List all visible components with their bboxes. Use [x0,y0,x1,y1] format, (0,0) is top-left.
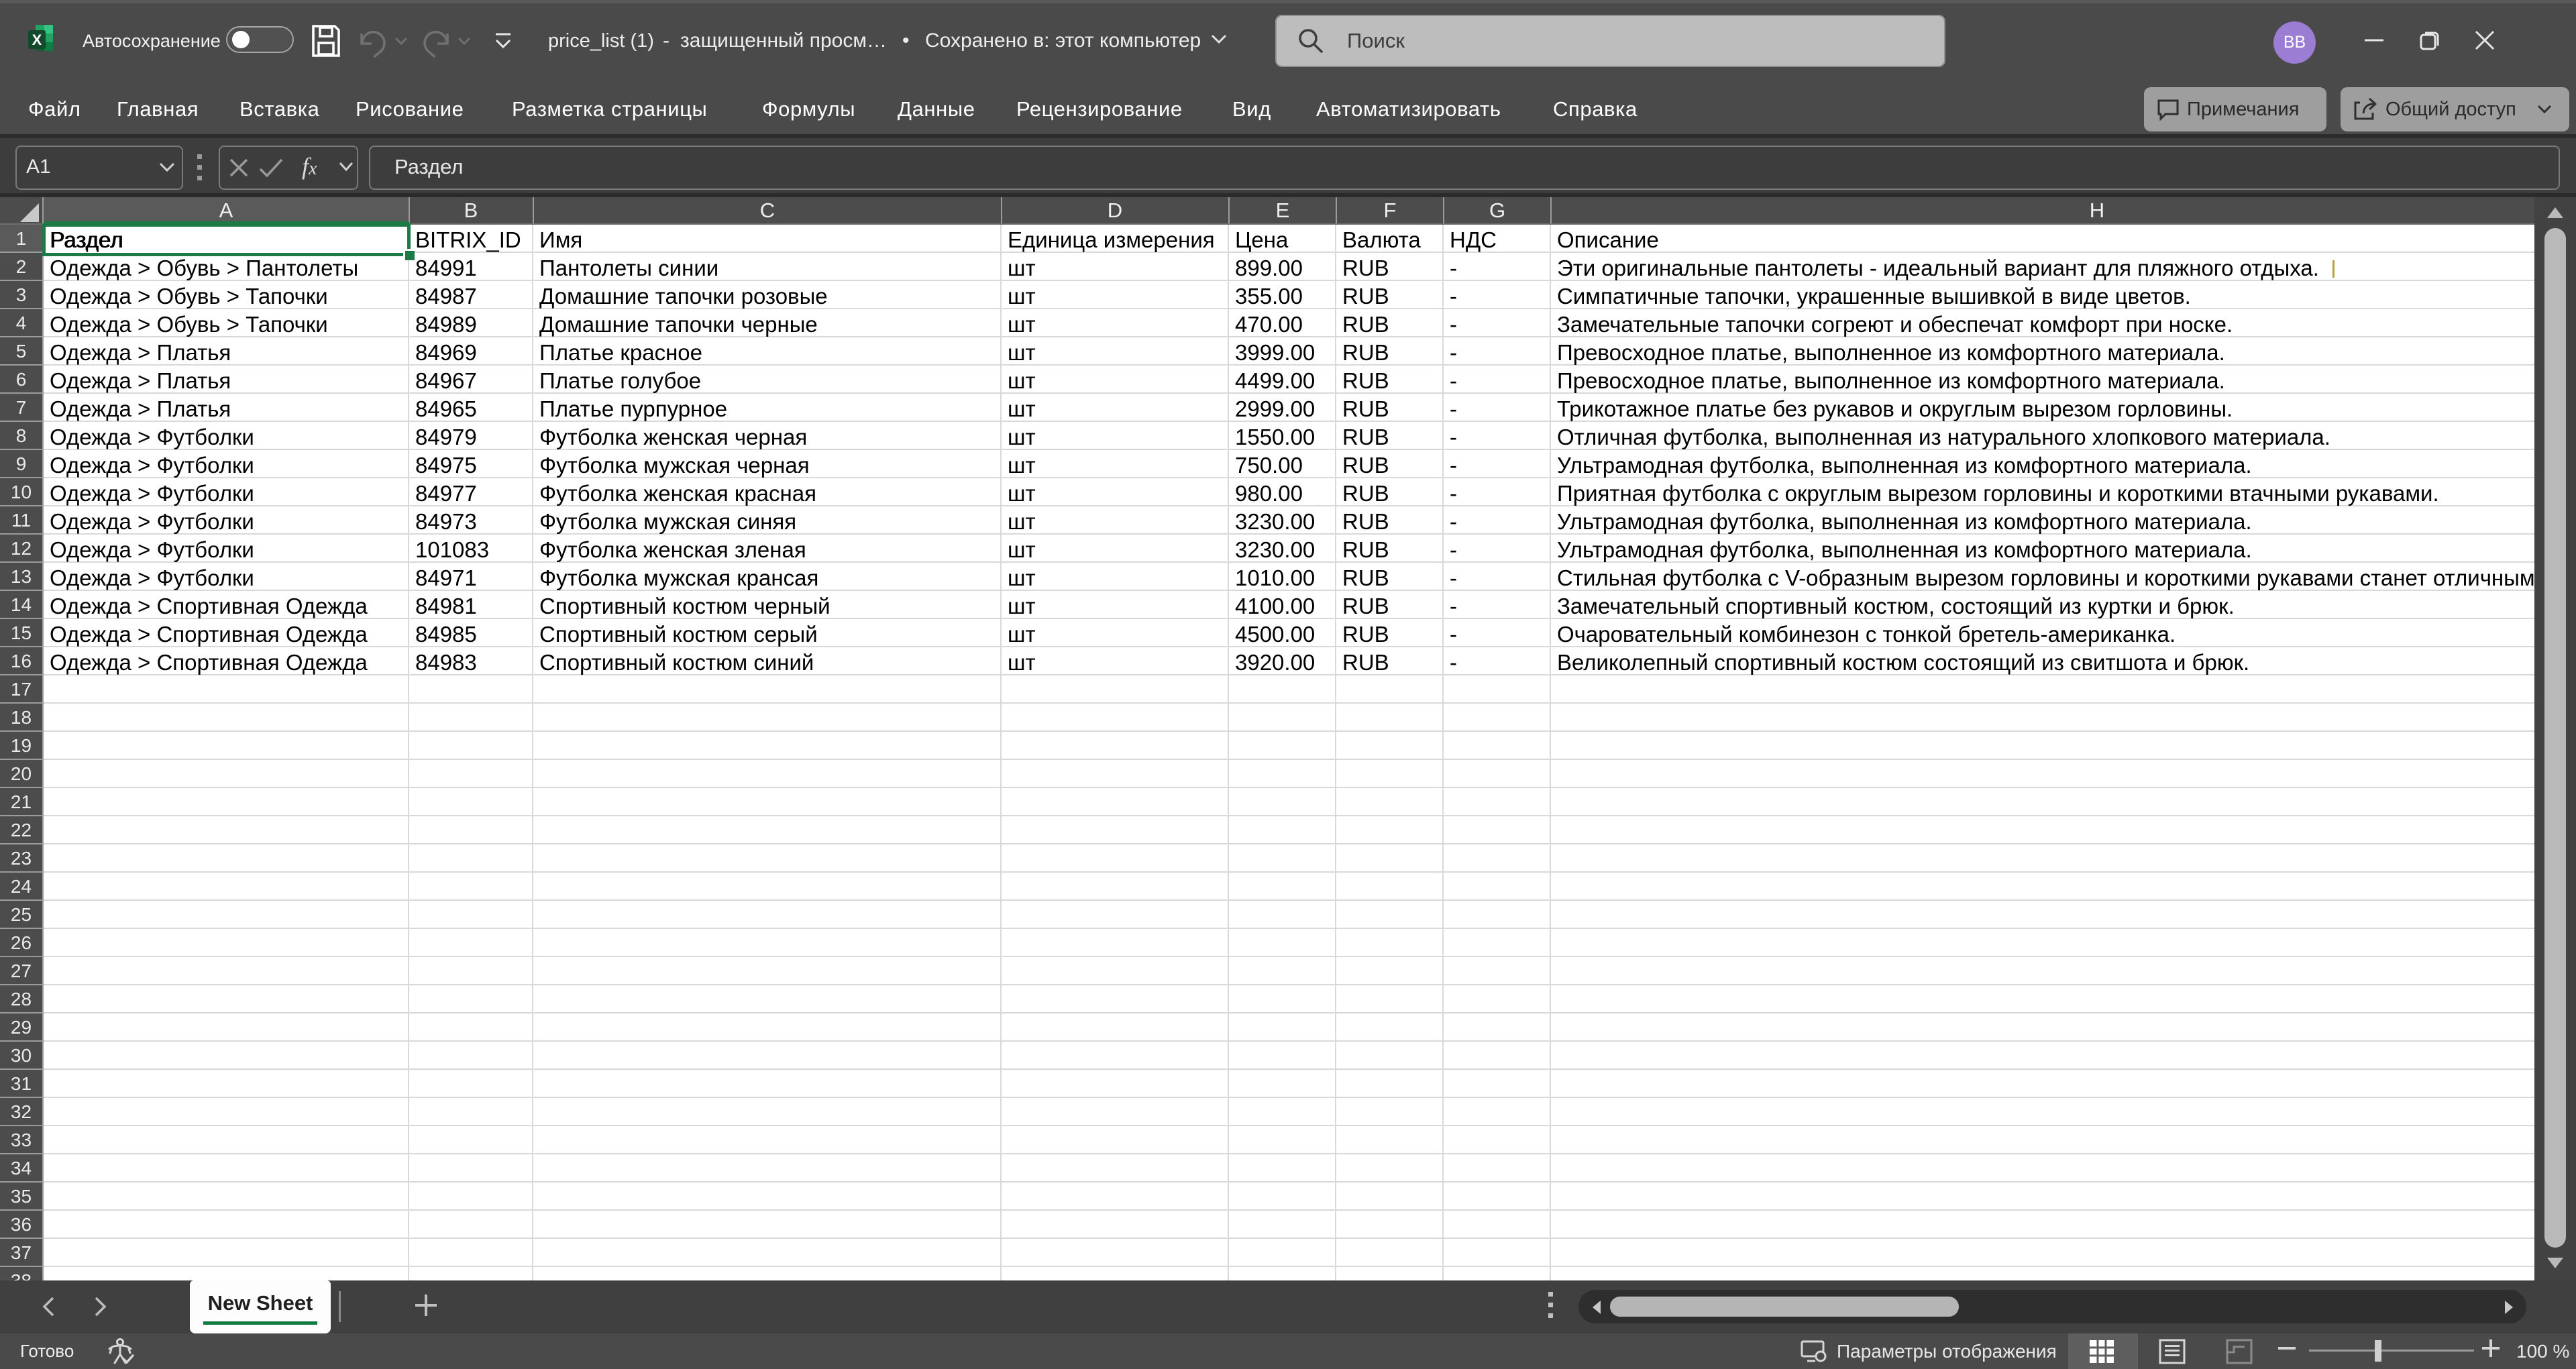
svg-text:X: X [32,32,42,48]
